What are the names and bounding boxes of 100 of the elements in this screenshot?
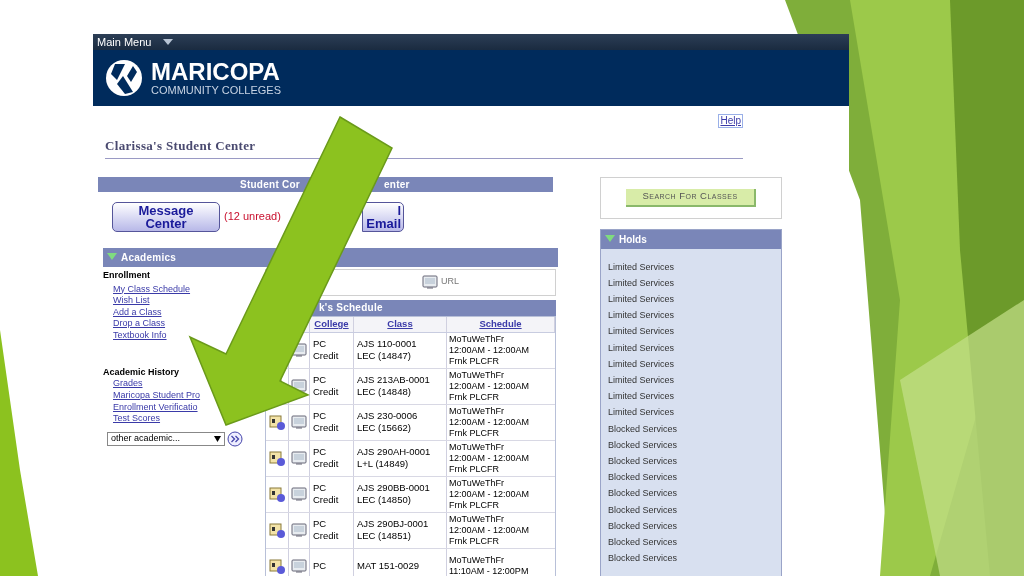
dropdown-caret-icon — [214, 435, 221, 442]
monitor-icon[interactable] — [422, 274, 438, 290]
hold-item: Limited Services — [608, 292, 676, 306]
unread-count: (12 unread) — [224, 209, 282, 225]
column-header[interactable]: College — [314, 316, 349, 332]
table-cell-text: PC — [313, 410, 328, 422]
table-cell-text: 12:00AM - 12:00AM — [449, 380, 531, 392]
nav-link[interactable]: Maricopa Student Pro — [113, 390, 201, 402]
table-cell-text: L+L (14849) — [357, 458, 410, 470]
calendar-info-icon[interactable] — [269, 450, 285, 466]
table-cell-text: PC — [313, 560, 328, 572]
hold-item: Limited Services — [608, 406, 676, 420]
calendar-info-icon[interactable] — [269, 522, 285, 538]
logo-icon — [105, 58, 143, 98]
email-button[interactable]: l Email — [362, 201, 404, 232]
logo-wordmark: MARICOPA — [151, 59, 281, 84]
hold-item: Blocked Services — [608, 438, 679, 452]
calendar-info-icon[interactable] — [269, 486, 285, 502]
hold-item: Limited Services — [608, 276, 676, 290]
nav-link[interactable]: Textbook Info — [113, 329, 167, 342]
nav-link[interactable]: Wish List — [113, 295, 150, 307]
hold-item: Blocked Services — [608, 503, 679, 517]
hold-item: Limited Services — [608, 260, 676, 274]
table-cell-text: Frnk PLCFR — [449, 535, 500, 547]
monitor-icon[interactable] — [291, 450, 307, 466]
hold-item: Blocked Services — [608, 535, 679, 549]
message-center-button[interactable]: Message Center — [112, 201, 220, 232]
table-cell-text: PC — [313, 518, 328, 530]
section-title: Academics — [121, 250, 177, 265]
table-cell-text: MoTuWeThFr — [449, 441, 505, 453]
hold-item: Limited Services — [608, 309, 676, 323]
disclosure-triangle-icon[interactable] — [107, 253, 117, 261]
nav-link[interactable]: Add a Class — [113, 306, 162, 319]
schedule-title: k's Schedule — [319, 301, 383, 315]
section-title: Student Cor — [240, 177, 300, 192]
column-header[interactable]: Class — [387, 316, 413, 332]
nav-link[interactable]: Test Scores — [113, 413, 161, 425]
table-cell-text: Frnk PLCFR — [449, 463, 500, 475]
table-cell-text: MoTuWeThFr — [449, 405, 505, 417]
table-cell-text: 12:00AM - 12:00AM — [449, 488, 531, 500]
calendar-info-icon[interactable] — [269, 414, 285, 430]
nav-link[interactable]: Drop a Class — [113, 318, 166, 330]
hold-item: Limited Services — [608, 357, 676, 371]
calendar-info-icon[interactable] — [269, 558, 285, 574]
table-cell-text: LEC (14850) — [357, 494, 412, 506]
table-cell-text: Frnk PLCFR — [449, 427, 500, 439]
table-cell-text: 12:00AM - 12:00AM — [449, 452, 531, 464]
section-title: Holds — [619, 232, 647, 247]
table-cell-text: Credit — [313, 494, 340, 506]
column-header[interactable]: Schedule — [479, 316, 522, 332]
caret-icon[interactable] — [163, 39, 174, 45]
nav-link[interactable]: Enrollment Verificatio — [113, 401, 198, 414]
hold-item: Limited Services — [608, 390, 676, 404]
table-cell-text: AJS 213AB-0001 — [357, 374, 431, 386]
table-cell-text: MoTuWeThFr — [449, 555, 505, 566]
help-link[interactable]: Help — [718, 114, 743, 128]
monitor-icon[interactable] — [291, 486, 307, 502]
table-cell-text: Credit — [313, 386, 340, 398]
nav-link[interactable]: Grades — [113, 378, 143, 391]
main-menu-link[interactable]: Main Menu — [97, 36, 152, 48]
hold-item: Limited Services — [608, 341, 676, 355]
hold-item: Blocked Services — [608, 454, 679, 468]
hold-item: Limited Services — [608, 325, 676, 339]
table-cell-text: LEC (15662) — [357, 422, 412, 434]
monitor-icon[interactable] — [291, 414, 307, 430]
monitor-icon[interactable] — [291, 558, 307, 574]
table-cell-text: PC — [313, 374, 328, 386]
table-cell-text: MoTuWeThFr — [449, 369, 505, 381]
table-cell-text: MoTuWeThFr — [449, 333, 505, 345]
table-cell-text: PC — [313, 446, 328, 458]
search-classes-button[interactable]: Search For Classes — [626, 188, 756, 207]
go-button-icon[interactable] — [227, 430, 243, 447]
table-cell-text: AJS 110-0001 — [357, 338, 418, 350]
monitor-icon[interactable] — [291, 522, 307, 538]
table-cell-text: LEC (14848) — [357, 386, 412, 398]
hold-item: Blocked Services — [608, 471, 679, 485]
logo-subtitle: COMMUNITY COLLEGES — [151, 83, 281, 97]
table-cell-text: AJS 230-0006 — [357, 410, 419, 422]
table-cell-text: LEC (14847) — [357, 350, 412, 362]
table-cell-text: PC — [313, 482, 328, 494]
table-cell-text: Credit — [313, 458, 340, 470]
table-cell-text: Credit — [313, 350, 340, 362]
dropdown-field[interactable]: other academic... — [107, 431, 225, 446]
nav-link[interactable]: My Class Schedule — [113, 283, 191, 296]
disclosure-triangle-icon[interactable] — [605, 235, 615, 243]
hold-item: Limited Services — [608, 373, 676, 387]
section-title: enter — [383, 177, 410, 192]
table-cell-text: 12:00AM - 12:00AM — [449, 344, 531, 356]
table-cell-text: AJS 290BB-0001 — [357, 482, 431, 494]
hold-item: Blocked Services — [608, 552, 679, 566]
table-cell-text: Credit — [313, 422, 340, 434]
table-cell-text: Frnk PLCFR — [449, 391, 500, 403]
group-heading: Academic History — [103, 366, 181, 379]
table-cell-text: 11:10AM - 12:00PM — [449, 566, 530, 576]
group-heading: Enrollment — [103, 268, 151, 281]
table-cell-text: Credit — [313, 530, 340, 542]
table-cell-text: Frnk PLCFR — [449, 355, 500, 367]
table-cell-text: MoTuWeThFr — [449, 513, 505, 525]
url-label: URL — [441, 275, 459, 289]
table-cell-text: 12:00AM - 12:00AM — [449, 416, 531, 428]
